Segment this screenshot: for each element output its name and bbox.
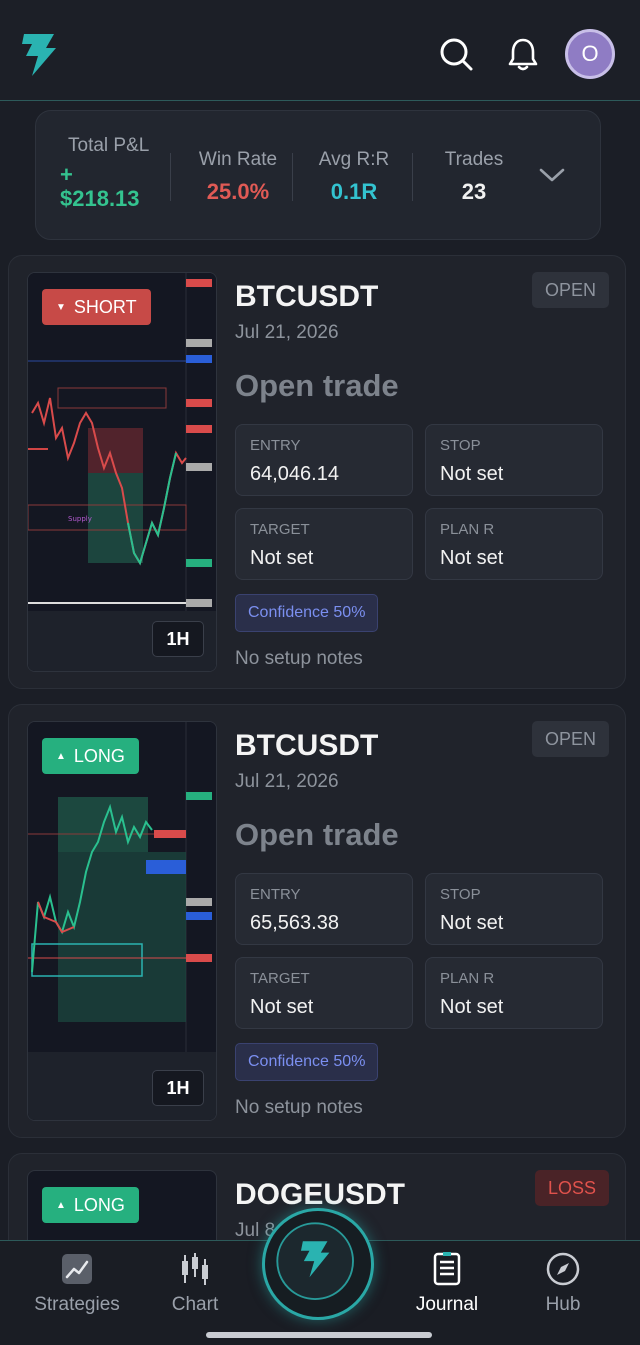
target-value: Not set: [250, 547, 314, 569]
stop-label: STOP: [440, 437, 481, 454]
stats-summary[interactable]: Total P&L + $218.13 Win Rate 25.0% Avg R…: [35, 110, 601, 240]
confidence-badge: Confidence 50%: [235, 594, 379, 632]
win-rate-stat: Win Rate 25.0%: [188, 149, 288, 205]
nav-label: Chart: [171, 1294, 219, 1315]
candlestick-icon: [182, 1253, 208, 1285]
app-logo-icon: [276, 1222, 354, 1300]
trades-value: 23: [461, 179, 487, 204]
trade-date: Jul 21, 2026: [235, 771, 339, 792]
total-pnl-amount: $218.13: [60, 186, 140, 211]
plan-r-value: Not set: [440, 547, 504, 569]
stop-value: Not set: [440, 912, 504, 934]
target-label: TARGET: [250, 970, 310, 987]
win-rate-value: 25.0%: [206, 179, 270, 204]
timeframe-badge: 1H: [152, 1070, 204, 1106]
trade-title: Open trade: [235, 368, 399, 403]
target-field: TARGET Not set: [235, 508, 413, 580]
nav-hub[interactable]: Hub: [508, 1251, 618, 1316]
arrow-up-icon: ▲: [56, 750, 66, 762]
entry-field: ENTRY 64,046.14: [235, 424, 413, 496]
total-pnl-sign: +: [60, 162, 73, 187]
chart-thumbnail[interactable]: Supply ▼ SHORT 1H: [27, 272, 217, 672]
entry-field: ENTRY 65,563.38: [235, 873, 413, 945]
stat-divider: [170, 153, 171, 201]
svg-text:Supply: Supply: [68, 515, 92, 523]
chart-thumbnail[interactable]: ▲ LONG 1H: [27, 721, 217, 1121]
plan-r-label: PLAN R: [440, 521, 495, 538]
compass-icon: [546, 1252, 580, 1286]
setup-notes: No setup notes: [235, 648, 363, 669]
nav-label: Journal: [415, 1294, 479, 1315]
home-indicator: [206, 1332, 432, 1338]
plan-r-value: Not set: [440, 996, 504, 1018]
chart-thumbnail-image: [28, 722, 216, 1120]
total-pnl-label: Total P&L: [68, 135, 150, 156]
avg-rr-stat: Avg R:R 0.1R: [304, 149, 404, 205]
chevron-down-icon[interactable]: [538, 165, 566, 185]
status-badge: OPEN: [531, 721, 609, 757]
total-pnl-value: + $218.13: [60, 163, 149, 211]
plan-r-field: PLAN R Not set: [425, 508, 603, 580]
short-badge: ▼ SHORT: [42, 289, 151, 325]
trade-symbol: BTCUSDT: [235, 729, 379, 762]
long-badge: ▲ LONG: [42, 1187, 139, 1223]
target-field: TARGET Not set: [235, 957, 413, 1029]
trade-date: Jul 21, 2026: [235, 322, 339, 343]
entry-value: 65,563.38: [250, 912, 339, 934]
plan-r-field: PLAN R Not set: [425, 957, 603, 1029]
trades-label: Trades: [444, 149, 504, 170]
target-value: Not set: [250, 996, 314, 1018]
avg-rr-label: Avg R:R: [318, 149, 390, 170]
status-badge: OPEN: [531, 272, 609, 308]
entry-label: ENTRY: [250, 886, 301, 903]
stop-label: STOP: [440, 886, 481, 903]
total-pnl-stat: Total P&L + $218.13: [60, 135, 149, 211]
direction-label: LONG: [73, 1194, 125, 1215]
trade-symbol: DOGEUSDT: [235, 1178, 406, 1211]
trade-title: Open trade: [235, 817, 399, 852]
stop-field: STOP Not set: [425, 873, 603, 945]
plan-r-label: PLAN R: [440, 970, 495, 987]
journal-icon: [433, 1252, 461, 1286]
direction-label: SHORT: [73, 296, 137, 317]
direction-label: LONG: [73, 745, 125, 766]
nav-strategies[interactable]: Strategies: [22, 1251, 132, 1316]
trade-card[interactable]: Supply ▼ SHORT 1H BTCUSDT Jul 21, 2026 O…: [8, 255, 626, 689]
search-icon[interactable]: [438, 36, 474, 72]
trade-symbol: BTCUSDT: [235, 280, 379, 313]
nav-label: Strategies: [34, 1294, 120, 1315]
avg-rr-value: 0.1R: [330, 179, 378, 204]
arrow-up-icon: ▲: [56, 1199, 66, 1211]
status-badge: LOSS: [534, 1170, 609, 1206]
stop-value: Not set: [440, 463, 504, 485]
timeframe-badge: 1H: [152, 621, 204, 657]
app-header: O: [0, 0, 640, 101]
avatar[interactable]: O: [565, 29, 615, 79]
target-label: TARGET: [250, 521, 310, 538]
strategies-icon: [62, 1254, 92, 1284]
win-rate-label: Win Rate: [198, 149, 278, 170]
nav-label: Hub: [545, 1294, 581, 1315]
stop-field: STOP Not set: [425, 424, 603, 496]
nav-chart[interactable]: Chart: [140, 1251, 250, 1316]
entry-value: 64,046.14: [250, 463, 339, 485]
bell-icon[interactable]: [505, 36, 541, 72]
long-badge: ▲ LONG: [42, 738, 139, 774]
trades-stat: Trades 23: [424, 149, 524, 205]
stat-divider: [412, 153, 413, 201]
nav-journal[interactable]: Journal: [392, 1251, 502, 1316]
entry-label: ENTRY: [250, 437, 301, 454]
arrow-down-icon: ▼: [56, 301, 66, 313]
stat-divider: [292, 153, 293, 201]
trade-card[interactable]: ▲ LONG 1H BTCUSDT Jul 21, 2026 OPEN Open…: [8, 704, 626, 1138]
setup-notes: No setup notes: [235, 1097, 363, 1118]
confidence-badge: Confidence 50%: [235, 1043, 379, 1081]
app-logo[interactable]: [20, 28, 60, 80]
center-action-button[interactable]: [262, 1208, 374, 1320]
chart-thumbnail-image: Supply: [28, 273, 216, 671]
